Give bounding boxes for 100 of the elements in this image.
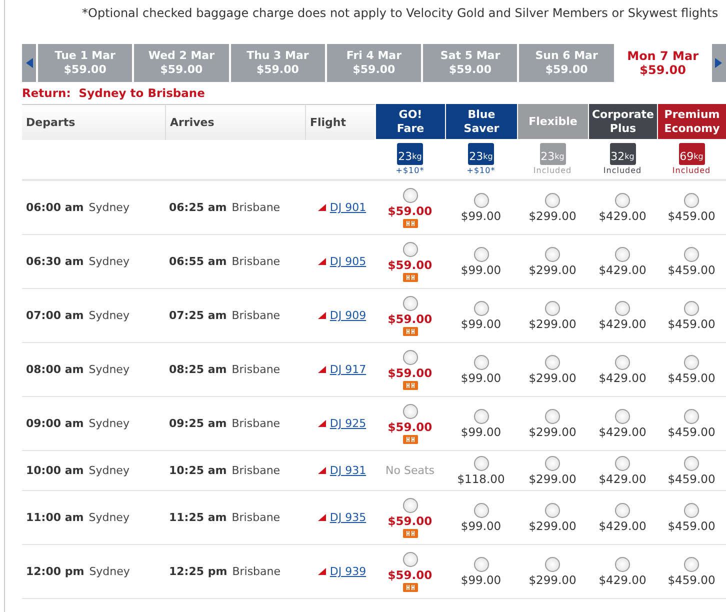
fare-radio[interactable] <box>402 242 418 256</box>
fare-price: $429.00 <box>598 370 646 384</box>
fare-price: $459.00 <box>668 572 716 586</box>
baggage-price: Included <box>672 166 711 174</box>
fare-radio[interactable] <box>684 408 699 424</box>
baggage-allowance: 69kg <box>678 142 704 164</box>
fare-price: $299.00 <box>528 572 576 586</box>
fare-radio[interactable] <box>684 556 699 572</box>
arrival-time: 11:25 am <box>169 511 227 524</box>
fare-radio[interactable] <box>474 192 488 208</box>
return-heading: Return: Sydney to Brisbane <box>22 86 206 102</box>
fare-radio[interactable] <box>615 556 630 572</box>
previous-dates-button[interactable] <box>22 44 36 82</box>
fare-price: $59.00 <box>388 258 432 272</box>
fare-radio[interactable] <box>615 246 630 262</box>
fare-price: $459.00 <box>668 424 716 438</box>
promo-tag-icon <box>402 434 418 444</box>
fare-radio[interactable] <box>474 408 488 424</box>
fare-radio[interactable] <box>684 246 699 262</box>
fare-radio[interactable] <box>615 300 630 316</box>
airline-tail-icon <box>318 514 326 521</box>
fare-radio[interactable] <box>545 246 560 262</box>
fare-price: $459.00 <box>668 370 716 384</box>
flight-number-link[interactable]: DJ 909 <box>330 309 366 322</box>
fare-radio[interactable] <box>684 502 699 518</box>
fare-price: $429.00 <box>598 208 646 222</box>
fare-price: $299.00 <box>528 472 576 486</box>
fare-price: $99.00 <box>460 316 502 330</box>
fare-price: $429.00 <box>598 572 646 586</box>
airline-tail-icon <box>318 204 326 211</box>
fare-price: $99.00 <box>460 572 502 586</box>
departure-city: Sydney <box>88 309 130 322</box>
promo-tag-icon <box>402 528 418 538</box>
fare-radio[interactable] <box>615 408 630 424</box>
fare-price: $99.00 <box>460 370 502 384</box>
flight-number-link[interactable]: DJ 935 <box>330 511 366 524</box>
fare-radio[interactable] <box>402 188 418 202</box>
column-header: Arrives <box>165 104 305 140</box>
fare-radio[interactable] <box>684 354 699 370</box>
departure-time: 11:00 am <box>26 511 84 524</box>
fare-radio[interactable] <box>615 456 630 470</box>
fare-radio[interactable] <box>615 192 630 208</box>
column-header: Flight <box>305 104 375 140</box>
fare-radio[interactable] <box>474 246 488 262</box>
fare-radio[interactable] <box>474 502 488 518</box>
fare-price: $429.00 <box>598 472 646 486</box>
flight-number-link[interactable]: DJ 905 <box>330 255 366 268</box>
flight-number-link[interactable]: DJ 901 <box>330 201 366 214</box>
fare-radio[interactable] <box>545 408 560 424</box>
fare-radio[interactable] <box>474 354 488 370</box>
fare-price: $59.00 <box>388 514 432 528</box>
arrival-city: Brisbane <box>232 309 280 322</box>
fare-radio[interactable] <box>545 300 560 316</box>
flight-number-link[interactable]: DJ 917 <box>330 363 366 376</box>
fare-radio[interactable] <box>615 354 630 370</box>
arrival-city: Brisbane <box>232 511 280 524</box>
fare-radio[interactable] <box>615 502 630 518</box>
fare-radio[interactable] <box>474 556 488 572</box>
fare-price: $99.00 <box>460 262 502 276</box>
fare-radio[interactable] <box>545 192 560 208</box>
departure-time: 08:00 am <box>26 363 84 376</box>
departure-city: Sydney <box>88 511 130 524</box>
fare-radio[interactable] <box>684 456 699 470</box>
fare-radio[interactable] <box>684 300 699 316</box>
fare-price: $429.00 <box>598 424 646 438</box>
flight-number-link[interactable]: DJ 925 <box>330 417 366 430</box>
fare-class-header: Flexible <box>517 104 588 139</box>
fare-radio[interactable] <box>474 300 488 316</box>
promo-tag-icon <box>402 326 418 336</box>
fare-radio[interactable] <box>402 404 418 418</box>
departure-time: 12:00 pm <box>26 565 84 578</box>
baggage-price: +$10* <box>396 166 424 174</box>
next-dates-button[interactable] <box>712 44 726 82</box>
fare-radio[interactable] <box>545 456 560 470</box>
departure-time: 06:00 am <box>26 201 84 214</box>
arrival-time: 06:55 am <box>169 255 227 268</box>
fare-radio[interactable] <box>545 502 560 518</box>
fare-price: $459.00 <box>668 518 716 532</box>
fare-radio[interactable] <box>402 350 418 364</box>
airline-tail-icon <box>318 420 326 427</box>
departure-city: Sydney <box>88 363 130 376</box>
fare-class-header: Premium Economy <box>657 104 726 139</box>
departure-city: Sydney <box>88 417 130 430</box>
fare-price: $99.00 <box>460 518 502 532</box>
fare-radio[interactable] <box>402 498 418 512</box>
fare-price: $299.00 <box>528 518 576 532</box>
fare-price: $429.00 <box>598 316 646 330</box>
fare-radio[interactable] <box>545 354 560 370</box>
fare-radio[interactable] <box>474 456 488 470</box>
fare-radio[interactable] <box>402 552 418 566</box>
flight-number-link[interactable]: DJ 939 <box>330 565 366 578</box>
no-seats-text: No Seats <box>386 464 434 477</box>
fare-price: $59.00 <box>388 420 432 434</box>
arrival-time: 06:25 am <box>169 201 227 214</box>
right-caret-icon <box>715 58 722 68</box>
flight-number-link[interactable]: DJ 931 <box>330 464 366 477</box>
fare-price: $299.00 <box>528 424 576 438</box>
fare-radio[interactable] <box>402 296 418 310</box>
fare-radio[interactable] <box>545 556 560 572</box>
fare-radio[interactable] <box>684 192 699 208</box>
